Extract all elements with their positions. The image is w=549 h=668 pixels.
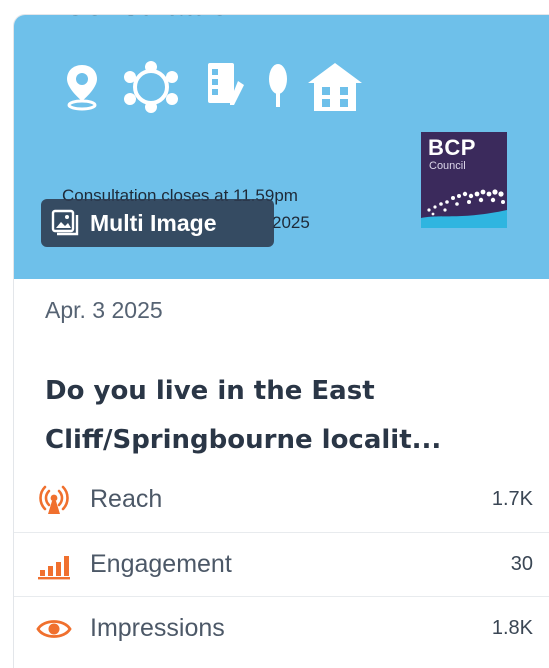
logo-title: BCP bbox=[428, 135, 476, 160]
post-card[interactable]: Consultation closes at 11.59pm 2025 BCP … bbox=[13, 14, 549, 668]
metric-label-reach: Reach bbox=[90, 484, 163, 513]
post-title-line-2: Cliff/Springbourne localit... bbox=[45, 425, 442, 455]
post-title[interactable]: Do you live in the East Cliff/Springbour… bbox=[45, 367, 505, 465]
metric-row-reach: Reach 1.7K bbox=[14, 467, 549, 531]
coastline-graphic bbox=[421, 189, 507, 228]
hero-heading: Consultation bbox=[64, 15, 247, 23]
metric-label-engagement: Engagement bbox=[90, 550, 232, 578]
metric-label-impressions: Impressions bbox=[90, 614, 225, 642]
metric-row-impressions: Impressions 1.8K bbox=[14, 596, 549, 660]
location-pin-icon bbox=[67, 65, 97, 111]
metric-row-engagement: Engagement 30 bbox=[14, 532, 549, 596]
images-icon bbox=[51, 209, 79, 236]
tree-icon bbox=[269, 64, 287, 107]
multi-image-badge: Multi Image bbox=[41, 199, 274, 247]
metric-value-engagement: 30 bbox=[510, 553, 533, 575]
post-date: Apr. 3 2025 bbox=[45, 297, 163, 323]
eye-icon bbox=[34, 615, 74, 643]
bcp-council-logo: BCP Council bbox=[421, 132, 507, 228]
broadcast-tower-icon bbox=[34, 482, 74, 516]
post-image[interactable]: Consultation closes at 11.59pm 2025 BCP … bbox=[14, 15, 549, 279]
metric-value-impressions: 1.8K bbox=[491, 617, 533, 639]
metric-value-reach: 1.7K bbox=[491, 487, 533, 510]
checklist-form-icon bbox=[208, 63, 244, 105]
logo-subtitle: Council bbox=[429, 160, 466, 172]
bar-chart-icon bbox=[34, 550, 74, 580]
post-title-line-1: Do you live in the East bbox=[45, 376, 375, 406]
house-icon bbox=[308, 63, 362, 111]
consultation-closes-year: 2025 bbox=[272, 213, 310, 232]
community-circle-icon bbox=[124, 61, 178, 113]
badge-label: Multi Image bbox=[90, 209, 217, 236]
